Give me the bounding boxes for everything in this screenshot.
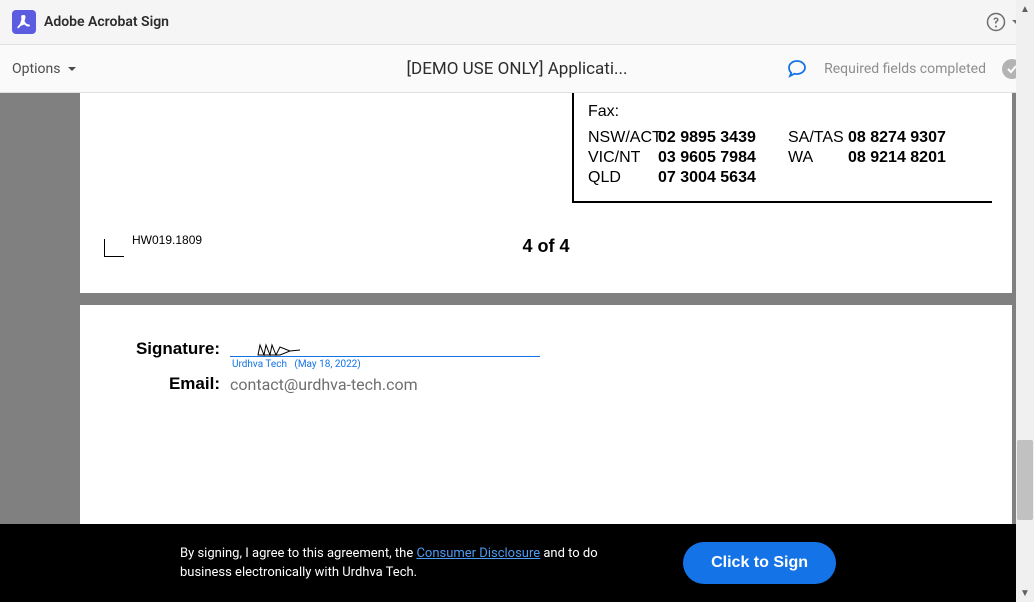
fax-region: QLD xyxy=(588,169,658,187)
titlebar-left: Adobe Acrobat Sign xyxy=(12,10,169,34)
options-button[interactable]: Options xyxy=(12,61,78,77)
footer-text: By signing, I agree to this agreement, t… xyxy=(180,544,640,583)
signature-date: (May 18, 2022) xyxy=(294,359,360,370)
help-icon[interactable] xyxy=(986,12,1006,32)
page-counter: 4 of 4 xyxy=(522,236,569,257)
email-label: Email: xyxy=(80,372,230,394)
fax-number: 07 3004 5634 xyxy=(658,169,788,187)
scroll-up-arrow-icon[interactable]: ▲ xyxy=(1016,0,1034,18)
bracket-icon xyxy=(104,239,124,257)
fax-grid: NSW/ACT 02 9895 3439 SA/TAS 08 8274 9307… xyxy=(588,129,978,187)
signature-field[interactable] xyxy=(230,331,540,357)
signature-value: Urdhva Tech (May 18, 2022) xyxy=(230,331,540,370)
footer: By signing, I agree to this agreement, t… xyxy=(0,524,1016,602)
toolbar-right: Required fields completed xyxy=(786,58,1022,80)
signature-name: Urdhva Tech xyxy=(232,359,287,370)
signature-row: Signature: Urdhva Tech (May 18, 2022) xyxy=(80,331,1012,370)
document-code: HW019.1809 xyxy=(104,239,202,257)
toolbar: Options [DEMO USE ONLY] Applicati... Req… xyxy=(0,45,1034,93)
signature-graphic xyxy=(256,341,306,359)
scroll-down-arrow-icon[interactable]: ▼ xyxy=(1016,584,1034,602)
document-code-text: HW019.1809 xyxy=(132,233,202,247)
email-row: Email: contact@urdhva-tech.com xyxy=(80,372,1012,394)
email-value: contact@urdhva-tech.com xyxy=(230,372,418,394)
fax-region: VIC/NT xyxy=(588,149,658,167)
options-label: Options xyxy=(12,61,60,77)
page-4: Fax: NSW/ACT 02 9895 3439 SA/TAS 08 8274… xyxy=(80,93,1012,293)
app-logo xyxy=(12,10,36,34)
consumer-disclosure-link[interactable]: Consumer Disclosure xyxy=(416,546,540,561)
chevron-down-icon xyxy=(66,63,78,75)
footer-pre-text: By signing, I agree to this agreement, t… xyxy=(180,546,416,561)
fax-number: 02 9895 3439 xyxy=(658,129,788,147)
fax-box: Fax: NSW/ACT 02 9895 3439 SA/TAS 08 8274… xyxy=(572,93,992,203)
fax-region: NSW/ACT xyxy=(588,129,658,147)
scrollbar[interactable]: ▲ ▼ xyxy=(1016,0,1034,602)
signature-page: Signature: Urdhva Tech (May 18, 2022) Em… xyxy=(80,305,1012,524)
status-text: Required fields completed xyxy=(824,61,986,77)
fax-number: 08 9214 8201 xyxy=(848,149,978,167)
click-to-sign-button[interactable]: Click to Sign xyxy=(683,542,836,584)
fax-label: Fax: xyxy=(588,103,978,121)
fax-number: 08 8274 9307 xyxy=(848,129,978,147)
titlebar: Adobe Acrobat Sign xyxy=(0,0,1034,45)
signature-caption: Urdhva Tech (May 18, 2022) xyxy=(230,359,540,370)
scroll-thumb[interactable] xyxy=(1017,440,1033,520)
document-viewport[interactable]: Fax: NSW/ACT 02 9895 3439 SA/TAS 08 8274… xyxy=(0,93,1016,524)
fax-region: WA xyxy=(788,149,848,167)
fax-region: SA/TAS xyxy=(788,129,848,147)
acrobat-icon xyxy=(16,14,32,30)
fax-number: 03 9605 7984 xyxy=(658,149,788,167)
signature-label: Signature: xyxy=(80,331,230,359)
document-title: [DEMO USE ONLY] Applicati... xyxy=(407,59,628,79)
app-title: Adobe Acrobat Sign xyxy=(44,14,169,30)
speech-bubble-icon[interactable] xyxy=(786,58,808,80)
